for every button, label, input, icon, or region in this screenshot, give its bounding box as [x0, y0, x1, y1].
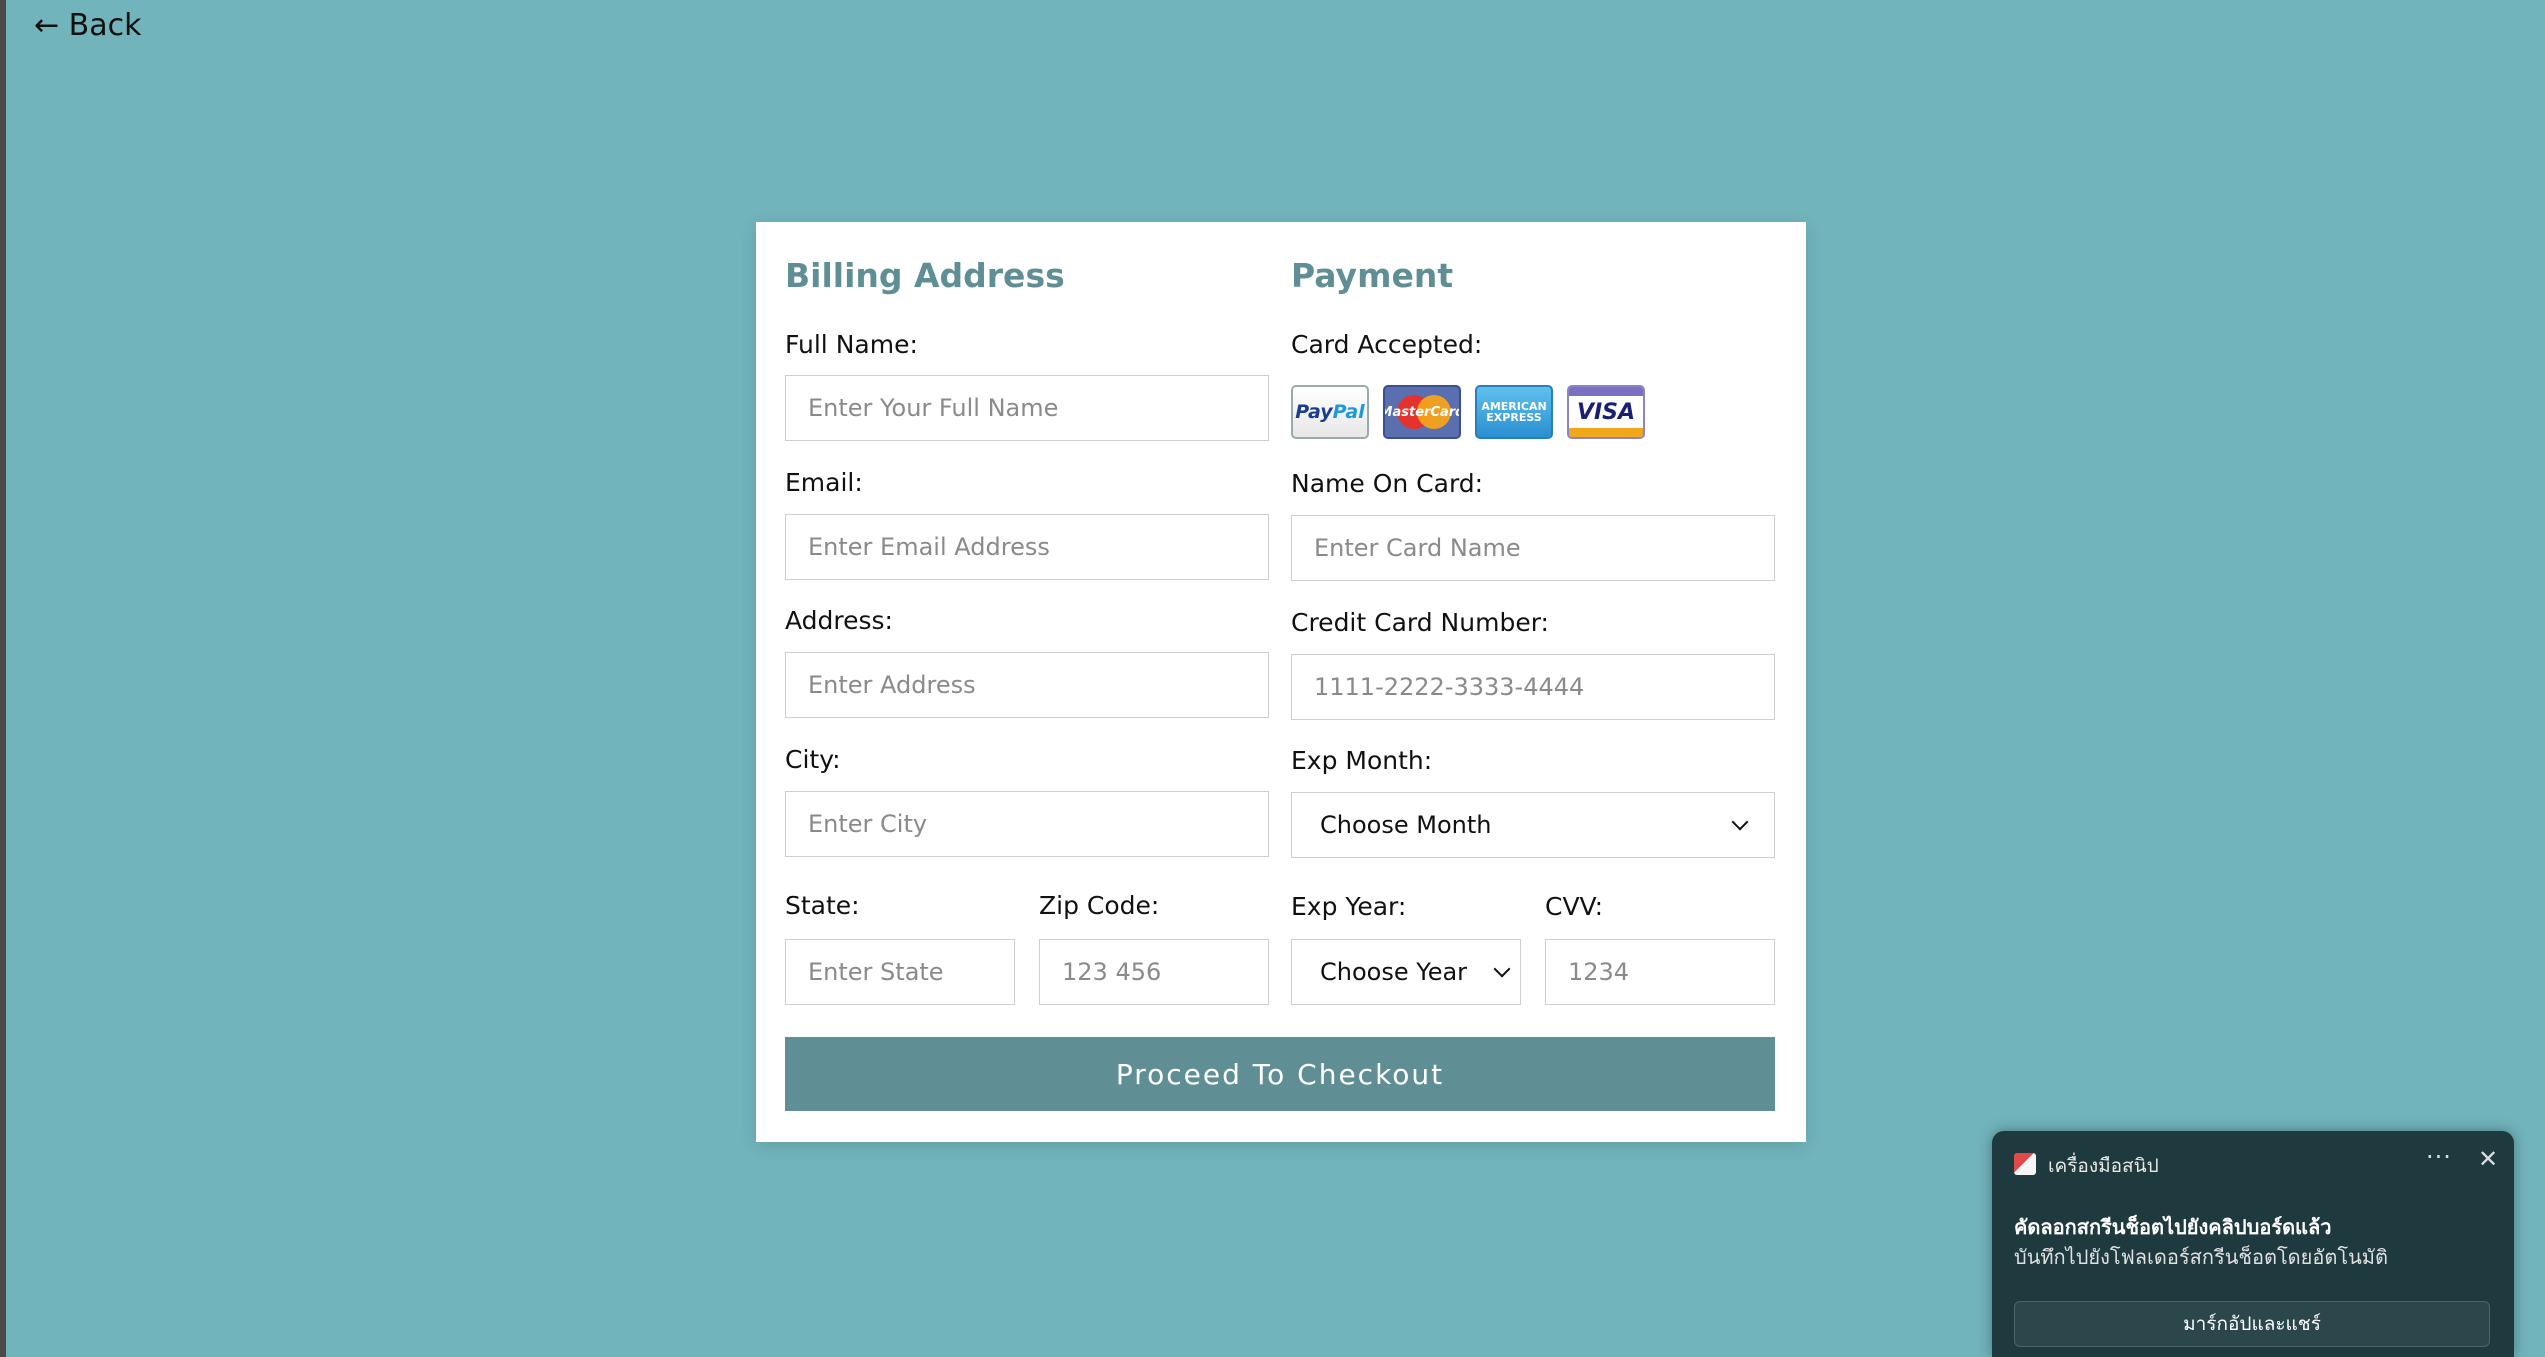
exp-month-label: Exp Month: [1291, 746, 1433, 775]
card-number-label: Credit Card Number: [1291, 608, 1549, 637]
amex-icon: AMERICAN EXPRESS [1475, 385, 1553, 439]
cards-accepted-label: Card Accepted: [1291, 330, 1483, 359]
city-label: City: [785, 745, 841, 774]
accepted-cards: Pay Pal MasterCard AMERICAN EXPRESS VISA [1291, 385, 1645, 439]
toast-subtitle: บันทึกไปยังโฟลเดอร์สกรีนช็อตโดยอัตโนมัติ [2014, 1245, 2388, 1269]
checkout-form-card: Billing Address Full Name: Email: Addres… [756, 222, 1806, 1142]
name-on-card-input[interactable] [1291, 515, 1775, 581]
proceed-to-checkout-button[interactable]: Proceed To Checkout [785, 1037, 1775, 1111]
full-name-label: Full Name: [785, 330, 918, 359]
exp-month-select[interactable]: Choose Month [1291, 792, 1775, 858]
snipping-tool-icon [2014, 1153, 2036, 1175]
markup-and-share-button[interactable]: มาร์กอัปและแชร์ [2014, 1301, 2490, 1347]
email-label: Email: [785, 468, 863, 497]
cvv-input[interactable] [1545, 939, 1775, 1005]
exp-month-value: Choose Month [1320, 811, 1492, 839]
cvv-label: CVV: [1545, 892, 1604, 921]
address-label: Address: [785, 606, 893, 635]
state-input[interactable] [785, 939, 1015, 1005]
back-link[interactable]: ← Back [34, 8, 142, 43]
paypal-icon: Pay Pal [1291, 385, 1369, 439]
name-on-card-label: Name On Card: [1291, 469, 1484, 498]
exp-year-select[interactable]: Choose Year [1291, 939, 1521, 1005]
mastercard-icon: MasterCard [1383, 385, 1461, 439]
visa-icon: VISA [1567, 385, 1645, 439]
chevron-down-icon [1493, 960, 1511, 978]
state-label: State: [785, 891, 860, 920]
close-icon[interactable]: ✕ [2478, 1145, 2498, 1173]
city-input[interactable] [785, 791, 1269, 857]
zip-label: Zip Code: [1039, 891, 1160, 920]
address-input[interactable] [785, 652, 1269, 718]
toast-title: คัดลอกสกรีนช็อตไปยังคลิปบอร์ดแล้ว [2014, 1215, 2332, 1239]
window-left-edge [0, 0, 6, 1357]
more-options-icon[interactable]: ··· [2426, 1143, 2452, 1171]
snipping-tool-notification[interactable]: เครื่องมือสนิป ··· ✕ คัดลอกสกรีนช็อตไปยั… [1992, 1131, 2514, 1357]
card-number-input[interactable] [1291, 654, 1775, 720]
exp-year-label: Exp Year: [1291, 892, 1407, 921]
chevron-down-icon [1731, 813, 1749, 831]
full-name-input[interactable] [785, 375, 1269, 441]
email-input[interactable] [785, 514, 1269, 580]
payment-title: Payment [1291, 256, 1454, 295]
exp-year-value: Choose Year [1320, 958, 1468, 986]
toast-app-name: เครื่องมือสนิป [2048, 1155, 2159, 1177]
zip-input[interactable] [1039, 939, 1269, 1005]
billing-title: Billing Address [785, 256, 1065, 295]
